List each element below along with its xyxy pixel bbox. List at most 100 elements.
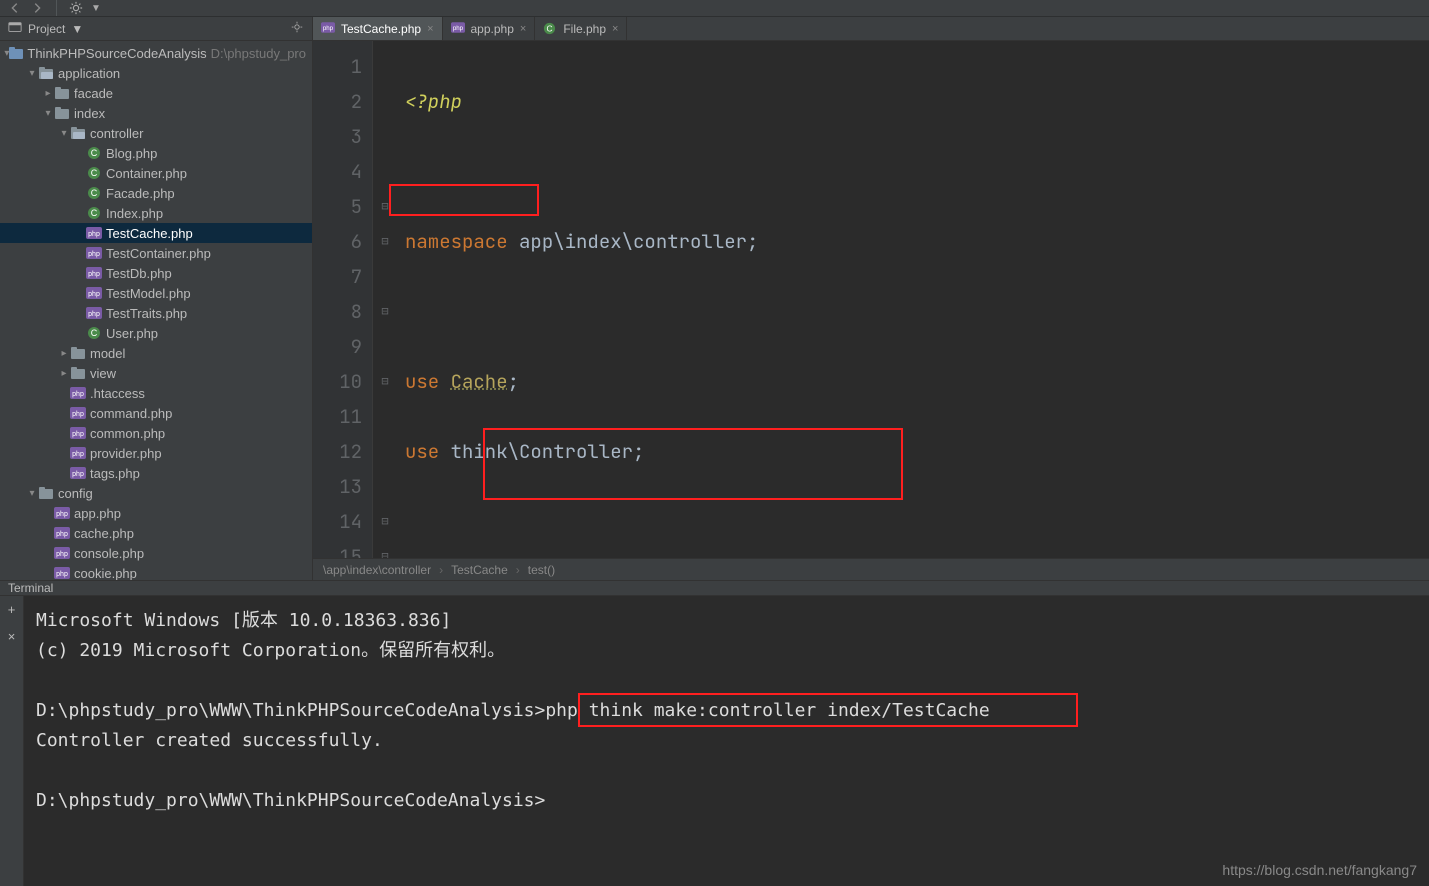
tree-item-controller[interactable]: ▾controller: [0, 123, 312, 143]
code-editor[interactable]: 12345678910111213141516 ⊟ ⊟ ⊟ ⊟ ⊟ ⊟ <?ph…: [313, 41, 1429, 558]
tree-item-view[interactable]: ▸ view: [0, 363, 312, 383]
folder-icon: [70, 365, 86, 381]
terminal-header[interactable]: Terminal: [0, 581, 1429, 596]
project-tree[interactable]: ▾ThinkPHPSourceCodeAnalysisD:\phpstudy_p…: [0, 41, 312, 580]
tree-item-thinkphpsourcecodeanalysis[interactable]: ▾ThinkPHPSourceCodeAnalysisD:\phpstudy_p…: [0, 43, 312, 63]
chevron-icon[interactable]: ▾: [26, 488, 38, 499]
line-gutter: 12345678910111213141516: [313, 41, 373, 558]
tree-item-model[interactable]: ▸model: [0, 343, 312, 363]
tree-item-container-php[interactable]: CContainer.php: [0, 163, 312, 183]
sidebar-dropdown-icon[interactable]: ▼: [71, 22, 83, 36]
tree-item-tags-php[interactable]: phptags.php: [0, 463, 312, 483]
tree-item-app-php[interactable]: phpapp.php: [0, 503, 312, 523]
tree-item-testdb-php[interactable]: phpTestDb.php: [0, 263, 312, 283]
close-icon[interactable]: ×: [612, 23, 618, 35]
code-token: ;: [508, 369, 519, 394]
tree-item-cookie-php[interactable]: phpcookie.php: [0, 563, 312, 580]
breadcrumb-item[interactable]: test(): [528, 563, 555, 577]
settings-chevron-icon[interactable]: ▼: [91, 3, 101, 14]
code-token: use: [405, 439, 451, 464]
tree-label: Blog.php: [106, 146, 157, 161]
close-icon[interactable]: ×: [520, 23, 526, 35]
chevron-icon[interactable]: ▸: [58, 368, 70, 379]
terminal-line: (c) 2019 Microsoft Corporation。保留所有权利。: [36, 640, 505, 661]
chevron-icon[interactable]: ▾: [26, 68, 38, 79]
tab-app-php[interactable]: phpapp.php×: [443, 17, 536, 40]
folder-icon: [54, 85, 70, 101]
breadcrumb-item[interactable]: TestCache: [451, 563, 508, 577]
tree-item-user-php[interactable]: CUser.php: [0, 323, 312, 343]
code-content[interactable]: <?php namespace app\index\controller; us…: [397, 41, 1429, 558]
tree-label: tags.php: [90, 466, 140, 481]
svg-text:C: C: [91, 168, 98, 178]
fold-marker-icon[interactable]: ⊟: [373, 189, 397, 224]
fold-marker-icon[interactable]: ⊟: [373, 294, 397, 329]
tab-testcache-php[interactable]: phpTestCache.php×: [313, 17, 443, 40]
tree-item-application[interactable]: ▾application: [0, 63, 312, 83]
tree-label: view: [90, 366, 116, 381]
sidebar-settings-icon[interactable]: [290, 20, 304, 37]
tree-item-console-php[interactable]: phpconsole.php: [0, 543, 312, 563]
chevron-right-icon: ›: [439, 563, 443, 577]
breadcrumb-item[interactable]: \app\index\controller: [323, 563, 431, 577]
tree-item-testtraits-php[interactable]: phpTestTraits.php: [0, 303, 312, 323]
tree-item-common-php[interactable]: phpcommon.php: [0, 423, 312, 443]
tab-file-php[interactable]: CFile.php×: [535, 17, 627, 40]
terminal-body[interactable]: Microsoft Windows [版本 10.0.18363.836] (c…: [24, 596, 1429, 886]
editor-tabbar: phpTestCache.php×phpapp.php×CFile.php×: [313, 17, 1429, 41]
tree-item-command-php[interactable]: phpcommand.php: [0, 403, 312, 423]
terminal-title: Terminal: [8, 581, 53, 595]
class-icon: C: [86, 145, 102, 161]
folder-icon: [54, 105, 70, 121]
tree-item-testcontainer-php[interactable]: phpTestContainer.php: [0, 243, 312, 263]
chevron-icon[interactable]: ▸: [42, 88, 54, 99]
tree-label: index: [74, 106, 105, 121]
php-icon: php: [54, 525, 70, 541]
settings-icon[interactable]: [69, 1, 83, 15]
svg-text:php: php: [56, 531, 68, 538]
fold-end-icon[interactable]: ⊟: [373, 539, 397, 558]
php-icon: php: [86, 245, 102, 261]
tree-item-index[interactable]: ▾ index: [0, 103, 312, 123]
php-icon: php: [70, 405, 86, 421]
tree-item-testcache-php[interactable]: phpTestCache.php: [0, 223, 312, 243]
tree-item-index-php[interactable]: CIndex.php: [0, 203, 312, 223]
terminal-prompt: D:\phpstudy_pro\WWW\ThinkPHPSourceCodeAn…: [36, 700, 545, 721]
tree-item-provider-php[interactable]: phpprovider.php: [0, 443, 312, 463]
tree-item-facade[interactable]: ▸ facade: [0, 83, 312, 103]
svg-text:php: php: [452, 25, 463, 32]
tree-label: User.php: [106, 326, 158, 341]
tree-item-cache-php[interactable]: phpcache.php: [0, 523, 312, 543]
chevron-icon[interactable]: ▾: [58, 128, 70, 139]
fold-marker-icon[interactable]: ⊟: [373, 364, 397, 399]
php-icon: php: [86, 225, 102, 241]
php-icon: php: [70, 445, 86, 461]
tree-item--htaccess[interactable]: php .htaccess: [0, 383, 312, 403]
tree-label: console.php: [74, 546, 144, 561]
folderopen-icon: [70, 125, 86, 141]
tree-item-blog-php[interactable]: C Blog.php: [0, 143, 312, 163]
tree-label: .htaccess: [90, 386, 145, 401]
svg-text:php: php: [72, 391, 84, 398]
fold-column: ⊟ ⊟ ⊟ ⊟ ⊟ ⊟: [373, 41, 397, 558]
chevron-icon[interactable]: ▾: [42, 108, 54, 119]
svg-text:php: php: [323, 25, 334, 32]
forward-icon[interactable]: [30, 1, 44, 15]
chevron-icon[interactable]: ▸: [58, 348, 70, 359]
code-token: <?php: [405, 89, 462, 114]
class-icon: C: [86, 165, 102, 181]
terminal-command: php think make:controller index/TestCach…: [545, 700, 989, 721]
tree-item-testmodel-php[interactable]: phpTestModel.php: [0, 283, 312, 303]
fold-end-icon[interactable]: ⊟: [373, 504, 397, 539]
fold-marker-icon[interactable]: ⊟: [373, 224, 397, 259]
tree-item-config[interactable]: ▾config: [0, 483, 312, 503]
tree-label: TestModel.php: [106, 286, 191, 301]
terminal-prompt: D:\phpstudy_pro\WWW\ThinkPHPSourceCodeAn…: [36, 790, 545, 811]
terminal-add-icon[interactable]: +: [8, 602, 16, 617]
back-icon[interactable]: [8, 1, 22, 15]
code-token: Cache: [451, 369, 508, 394]
close-icon[interactable]: ×: [427, 23, 433, 35]
terminal-close-icon[interactable]: ×: [8, 629, 16, 644]
tree-label: facade: [74, 86, 113, 101]
tree-item-facade-php[interactable]: CFacade.php: [0, 183, 312, 203]
